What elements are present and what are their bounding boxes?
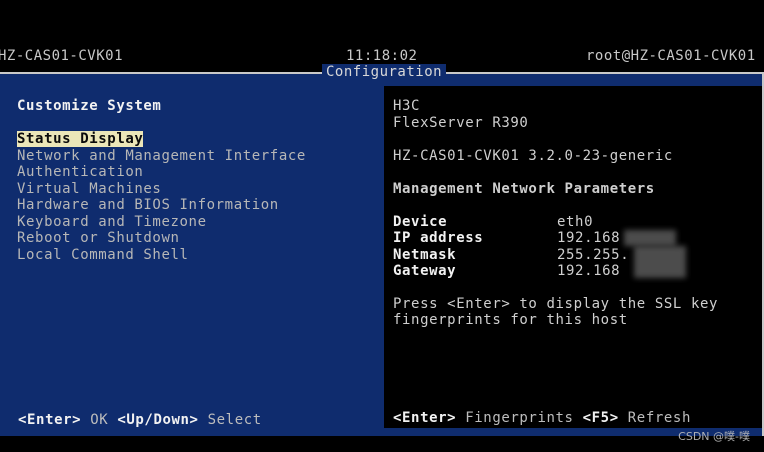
- menu-item-label: Reboot or Shutdown: [17, 230, 180, 246]
- param-label: Gateway: [393, 263, 457, 279]
- key-up-down-label: Select: [207, 412, 262, 428]
- param-value: 192.168: [557, 230, 621, 246]
- server-model: FlexServer R390: [393, 115, 529, 131]
- version-string: HZ-CAS01-CVK01 3.2.0-23-generic: [393, 148, 673, 164]
- status-detail-panel: H3C FlexServer R390 HZ-CAS01-CVK01 3.2.0…: [384, 86, 762, 428]
- param-ip-address: IP address 192.168: [393, 230, 620, 246]
- hostname-left: HZ-CAS01-CVK01: [0, 48, 124, 64]
- menu-item-virtual-machines[interactable]: Virtual Machines: [17, 181, 306, 198]
- key-enter-label: OK: [90, 412, 109, 428]
- param-label: Netmask: [393, 247, 457, 263]
- redaction-blur: [634, 246, 686, 278]
- customize-menu: Status Display Network and Management In…: [17, 131, 306, 263]
- menu-item-label: Local Command Shell: [17, 246, 189, 263]
- menu-item-status-display[interactable]: Status Display: [17, 131, 306, 148]
- menu-item-label: Network and Management Interface: [17, 147, 306, 164]
- left-key-hints: <Enter> OK <Up/Down> Select: [18, 412, 262, 428]
- menu-heading: Customize System: [17, 98, 162, 114]
- param-label: IP address: [393, 230, 484, 246]
- param-value: 192.168: [557, 263, 621, 279]
- vendor-name: H3C: [393, 98, 421, 114]
- menu-item-label: Hardware and BIOS Information: [17, 197, 279, 213]
- hint-line-1: Press <Enter> to display the SSL key: [393, 296, 719, 312]
- key-f5-label: Refresh: [627, 410, 691, 426]
- param-device: Device eth0: [393, 214, 593, 230]
- console-screen: HZ-CAS01-CVK01 11:18:02 root@HZ-CAS01-CV…: [0, 0, 764, 452]
- param-value: eth0: [557, 214, 594, 230]
- menu-item-label: Virtual Machines: [17, 180, 162, 197]
- menu-item-local-shell[interactable]: Local Command Shell: [17, 247, 306, 264]
- dialog-title: Configuration: [322, 64, 447, 80]
- key-enter: <Enter>: [393, 410, 457, 426]
- key-enter: <Enter>: [18, 412, 82, 428]
- param-netmask: Netmask 255.255.: [393, 247, 629, 263]
- menu-item-label: Keyboard and Timezone: [17, 213, 207, 230]
- user-host: root@HZ-CAS01-CVK01: [586, 48, 756, 64]
- menu-item-hardware-bios[interactable]: Hardware and BIOS Information: [17, 197, 306, 214]
- key-enter-label: Fingerprints: [465, 410, 574, 426]
- hint-line-2: fingerprints for this host: [393, 312, 628, 328]
- menu-item-authentication[interactable]: Authentication: [17, 164, 306, 181]
- customize-menu-panel: Customize System Status Display Network …: [0, 74, 384, 436]
- clock: 11:18:02: [346, 48, 418, 64]
- param-value: 255.255.: [557, 247, 630, 263]
- key-up-down: <Up/Down>: [117, 412, 199, 428]
- menu-item-reboot-shutdown[interactable]: Reboot or Shutdown: [17, 230, 306, 247]
- menu-item-network-management[interactable]: Network and Management Interface: [17, 148, 306, 165]
- param-gateway: Gateway 192.168: [393, 263, 620, 279]
- watermark: CSDN @噗-噗: [678, 430, 750, 443]
- menu-item-label: Status Display: [17, 131, 144, 147]
- param-label: Device: [393, 214, 448, 230]
- section-title: Management Network Parameters: [393, 181, 655, 197]
- redaction-blur: [624, 230, 676, 246]
- right-key-hints: <Enter> Fingerprints <F5> Refresh: [393, 410, 691, 426]
- menu-item-keyboard-timezone[interactable]: Keyboard and Timezone: [17, 214, 306, 231]
- key-f5: <F5>: [582, 410, 619, 426]
- menu-item-label: Authentication: [17, 164, 144, 180]
